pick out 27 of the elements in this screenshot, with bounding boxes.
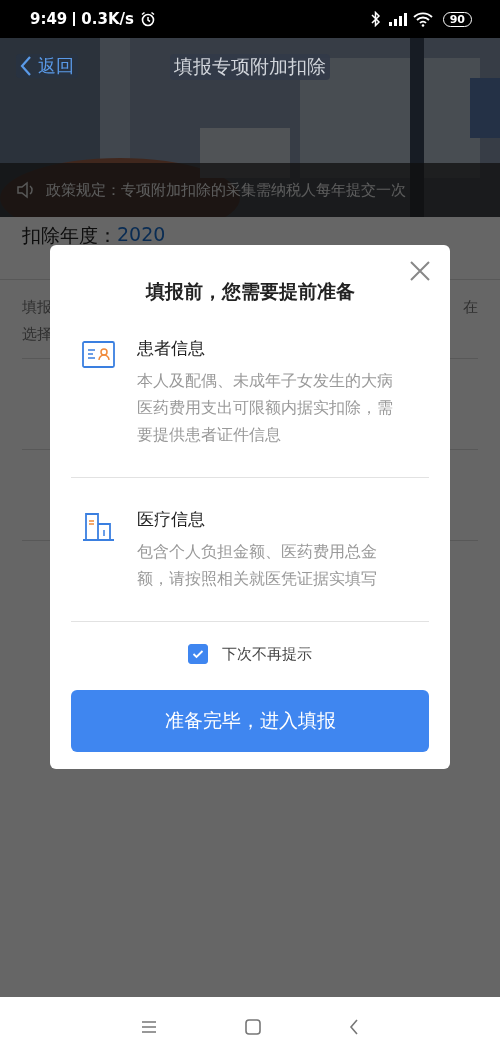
back-icon[interactable] <box>349 1019 359 1035</box>
network-speed: 0.3K/s <box>81 10 134 28</box>
building-icon <box>82 512 115 541</box>
checkmark-icon <box>192 649 204 659</box>
status-time: 9:49 <box>30 10 68 28</box>
close-icon[interactable] <box>409 260 431 282</box>
section-description: 包含个人负担金额、医药费用总金额，请按照相关就医凭证据实填写 <box>137 542 378 590</box>
bluetooth-icon <box>370 11 381 27</box>
confirm-button[interactable]: 准备完毕，进入填报 <box>71 690 429 752</box>
speaker-icon <box>16 181 36 199</box>
back-button[interactable]: 返回 <box>16 54 78 78</box>
year-value: 2020 <box>117 223 166 245</box>
id-card-icon <box>82 341 115 368</box>
section-title: 医疗信息 <box>137 508 206 531</box>
home-icon[interactable] <box>245 1019 261 1035</box>
chevron-left-icon <box>20 55 32 77</box>
section-description: 本人及配偶、未成年子女发生的大病医药费用支出可限额内据实扣除，需要提供患者证件信息 <box>137 371 394 446</box>
checkbox-label: 下次不再提示 <box>222 644 312 664</box>
year-label: 扣除年度： <box>22 223 117 248</box>
menu-icon[interactable] <box>141 1020 157 1034</box>
dialog-title: 填报前，您需要提前准备 <box>144 279 356 304</box>
checkbox[interactable] <box>188 644 208 664</box>
wifi-icon <box>412 11 433 27</box>
alarm-icon <box>139 11 156 27</box>
signal-icon <box>386 11 407 27</box>
page-title: 填报专项附加扣除 <box>170 54 330 80</box>
section-title: 患者信息 <box>137 337 206 360</box>
